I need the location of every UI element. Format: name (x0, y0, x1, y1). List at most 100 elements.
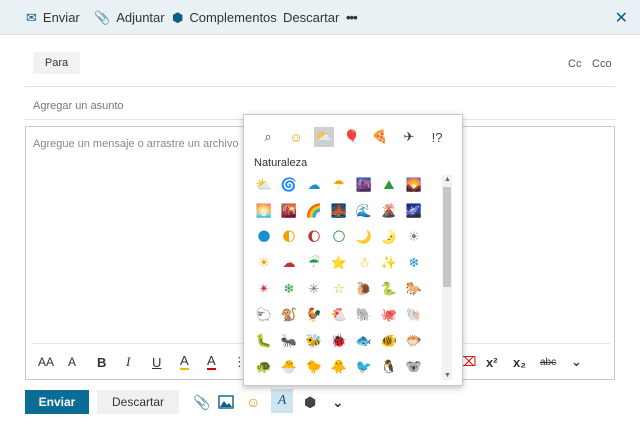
emoji-item[interactable]: 🌓 (277, 225, 301, 249)
divider (25, 86, 615, 87)
emoji-item[interactable]: 🐧 (377, 355, 401, 379)
emoji-item[interactable]: 🐘 (352, 303, 376, 327)
scroll-thumb[interactable] (443, 187, 451, 287)
emoji-item[interactable]: ☀ (252, 251, 276, 275)
emoji-item[interactable]: 🐒 (277, 303, 301, 327)
emoji-item[interactable]: ✴ (252, 277, 276, 301)
emoji-item[interactable]: 🐜 (277, 329, 301, 353)
emoji-item[interactable]: ❄ (277, 277, 301, 301)
emoji-item[interactable]: 🐍 (377, 277, 401, 301)
emoji-item[interactable]: 🌇 (277, 199, 301, 223)
emoji-item[interactable]: ✳ (302, 277, 326, 301)
emoji-item[interactable]: 🌀 (277, 173, 301, 197)
emoji-item[interactable]: 🐟 (352, 329, 376, 353)
highlight-button[interactable]: A (180, 352, 189, 370)
subject-input[interactable]: Agregar un asunto (33, 100, 124, 112)
emoji-item[interactable]: 🌔 (302, 225, 326, 249)
discard-button[interactable]: Descartar (97, 390, 179, 414)
emoji-category-symbols-icon[interactable]: !? (427, 127, 447, 147)
emoji-item[interactable]: 🌛 (377, 225, 401, 249)
italic-button[interactable]: I (126, 352, 130, 372)
format-toggle-button[interactable]: A (271, 389, 293, 413)
emoji-item[interactable]: 🐝 (302, 329, 326, 353)
emoji-scrollbar[interactable]: ▲ ▼ (442, 175, 452, 380)
emoji-item[interactable]: 🐙 (377, 303, 401, 327)
emoji-item[interactable]: 🐎 (402, 277, 426, 301)
addins-button[interactable]: ⬢ Complementos (172, 0, 277, 34)
more-format-button[interactable]: ⌄ (571, 352, 582, 372)
emoji-item[interactable]: ⭐ (327, 251, 351, 275)
emoji-item[interactable]: 🐦 (352, 355, 376, 379)
emoji-category-airplane-icon[interactable]: ✈ (399, 127, 419, 147)
superscript-button[interactable]: x² (486, 352, 498, 372)
emoji-item[interactable]: ☔ (302, 251, 326, 275)
emoji-item[interactable]: ⛰ (377, 173, 401, 197)
emoji-button[interactable]: ☺ (246, 392, 260, 412)
strikethrough-button[interactable]: abc (540, 352, 556, 372)
attach-icon-button[interactable]: 📎 (193, 392, 210, 412)
emoji-item[interactable]: 🐣 (277, 355, 301, 379)
emoji-item[interactable]: 🐌 (352, 277, 376, 301)
emoji-item[interactable]: 🌕 (327, 225, 351, 249)
font-color-button[interactable]: A (207, 352, 216, 370)
compose-toolbar: ✉ Enviar 📎 Adjuntar ⬢ Complementos Desca… (0, 0, 640, 35)
emoji-category-pizza-icon[interactable]: 🍕 (370, 127, 390, 147)
addins-icon-button[interactable]: ⬢ (304, 392, 316, 412)
discard-toolbar-button[interactable]: Descartar (283, 0, 339, 34)
send-button[interactable]: Enviar (25, 390, 89, 414)
subscript-button[interactable]: x₂ (513, 352, 526, 372)
emoji-category-smiley-icon[interactable]: ☺ (286, 127, 306, 147)
emoji-item[interactable]: 🐥 (327, 355, 351, 379)
emoji-item[interactable]: 🌈 (302, 199, 326, 223)
more-actions-button[interactable]: ⌄ (332, 392, 344, 412)
emoji-item[interactable]: 🐚 (402, 303, 426, 327)
scroll-up-icon[interactable]: ▲ (444, 176, 451, 183)
emoji-item[interactable]: ☂ (327, 173, 351, 197)
emoji-item[interactable]: 🐑 (252, 303, 276, 327)
emoji-item[interactable]: 🌌 (402, 199, 426, 223)
emoji-item[interactable]: 🌉 (327, 199, 351, 223)
emoji-item[interactable]: 🌊 (352, 199, 376, 223)
emoji-category-balloon-icon[interactable]: 🎈 (342, 127, 362, 147)
emoji-item[interactable]: 🌄 (402, 173, 426, 197)
emoji-item[interactable]: 🌅 (252, 199, 276, 223)
emoji-category-search-icon[interactable]: ⌕ (258, 127, 278, 147)
addins-icon: ⬢ (172, 9, 184, 25)
attach-button[interactable]: 📎 Adjuntar (94, 0, 165, 34)
bcc-button[interactable]: Cco (592, 58, 612, 70)
emoji-item[interactable]: 🐛 (252, 329, 276, 353)
emoji-item[interactable]: 🐢 (252, 355, 276, 379)
emoji-item[interactable]: 🌙 (352, 225, 376, 249)
emoji-item[interactable]: 🌋 (377, 199, 401, 223)
bold-button[interactable]: B (97, 352, 106, 372)
emoji-item[interactable]: ☃ (352, 251, 376, 275)
emoji-item[interactable]: 🐡 (402, 329, 426, 353)
emoji-item[interactable]: ☁ (302, 173, 326, 197)
close-button[interactable]: ✕ (615, 8, 628, 28)
emoji-item[interactable]: 🐓 (302, 303, 326, 327)
font-size-increase-button[interactable]: AA (38, 352, 54, 372)
emoji-item[interactable]: 🐔 (327, 303, 351, 327)
insert-picture-button[interactable] (218, 392, 234, 412)
font-size-decrease-button[interactable]: A (68, 352, 76, 372)
scroll-down-icon[interactable]: ▼ (444, 372, 451, 379)
emoji-item[interactable]: ✨ (377, 251, 401, 275)
addins-label: Complementos (189, 9, 277, 25)
emoji-item[interactable]: ❄ (402, 251, 426, 275)
send-toolbar-button[interactable]: ✉ Enviar (26, 0, 80, 34)
emoji-category-nature-icon[interactable]: ⛅ (314, 127, 334, 147)
emoji-item[interactable]: 🐤 (302, 355, 326, 379)
emoji-item[interactable]: ⛅ (252, 173, 276, 197)
emoji-item[interactable]: ☀ (402, 225, 426, 249)
emoji-item[interactable]: 🐨 (402, 355, 426, 379)
emoji-item[interactable]: ☆ (327, 277, 351, 301)
more-options-button[interactable]: ••• (346, 0, 358, 34)
emoji-item[interactable]: 🌑 (252, 225, 276, 249)
to-button[interactable]: Para (33, 52, 80, 74)
emoji-item[interactable]: 🐠 (377, 329, 401, 353)
emoji-item[interactable]: 🌆 (352, 173, 376, 197)
cc-button[interactable]: Cc (568, 58, 581, 70)
emoji-item[interactable]: ☁ (277, 251, 301, 275)
underline-button[interactable]: U (152, 352, 161, 372)
emoji-item[interactable]: 🐞 (327, 329, 351, 353)
